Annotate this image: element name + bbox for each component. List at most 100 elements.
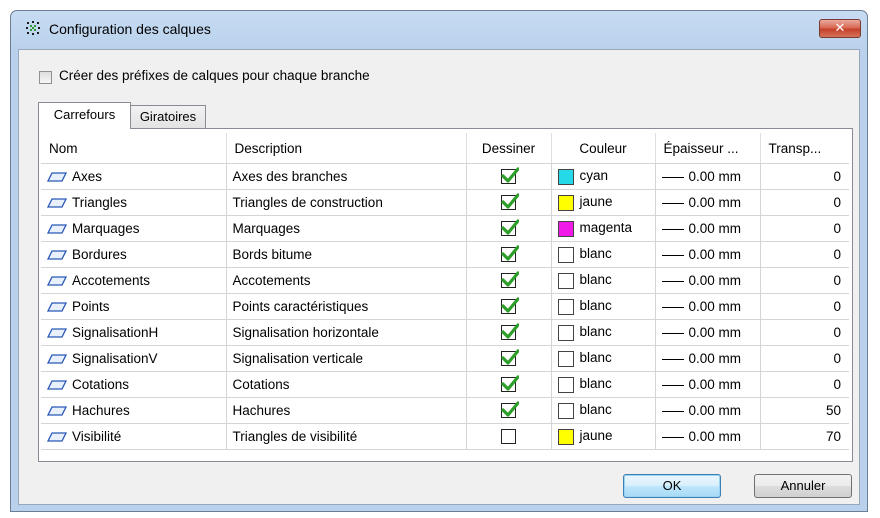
layer-draw-cell[interactable] — [466, 397, 552, 424]
prefix-checkbox[interactable] — [39, 71, 52, 85]
column-header-thickness[interactable]: Épaisseur ... — [655, 133, 761, 164]
layer-name-cell[interactable]: Points — [41, 293, 227, 320]
layer-thickness-cell[interactable]: 0.00 mm — [655, 345, 761, 372]
layer-transparency-cell[interactable]: 0 — [760, 319, 849, 346]
layer-description-cell[interactable]: Triangles de construction — [226, 189, 467, 216]
layer-transparency-cell[interactable]: 0 — [760, 345, 849, 372]
layer-thickness-cell[interactable]: 0.00 mm — [655, 241, 761, 268]
layer-draw-cell[interactable] — [466, 293, 552, 320]
table-row[interactable]: Triangles Triangles de construction jaune 0… — [41, 189, 849, 216]
layer-name-cell[interactable]: Axes — [41, 163, 227, 190]
layer-color-cell[interactable]: blanc — [551, 345, 656, 372]
tab-carrefours[interactable]: Carrefours — [38, 102, 131, 129]
layer-name-cell[interactable]: Triangles — [41, 189, 227, 216]
draw-checkbox[interactable] — [501, 323, 519, 341]
layer-draw-cell[interactable] — [466, 163, 552, 190]
table-row[interactable]: SignalisationH Signalisation horizontale b… — [41, 319, 849, 346]
layer-description-cell[interactable]: Signalisation verticale — [226, 345, 467, 372]
layer-description-cell[interactable]: Cotations — [226, 371, 467, 398]
draw-checkbox[interactable] — [501, 271, 519, 289]
layer-transparency-cell[interactable]: 0 — [760, 293, 849, 320]
layer-name-cell[interactable]: Cotations — [41, 371, 227, 398]
table-row[interactable]: Marquages Marquages magenta 0.00 mm 0 — [41, 215, 849, 242]
layer-name-cell[interactable]: Hachures — [41, 397, 227, 424]
draw-checkbox[interactable] — [501, 297, 519, 315]
table-row[interactable]: Hachures Hachures blanc 0.00 mm 50 — [41, 397, 849, 424]
layer-name-cell[interactable]: Bordures — [41, 241, 227, 268]
layer-draw-cell[interactable] — [466, 189, 552, 216]
layer-color-cell[interactable]: jaune — [551, 189, 656, 216]
column-header-name[interactable]: Nom — [41, 133, 227, 164]
layer-color-cell[interactable]: jaune — [551, 423, 656, 450]
layer-color-cell[interactable]: cyan — [551, 163, 656, 190]
layer-thickness-cell[interactable]: 0.00 mm — [655, 215, 761, 242]
draw-checkbox[interactable] — [501, 219, 519, 237]
layer-transparency-cell[interactable]: 0 — [760, 163, 849, 190]
layer-description-cell[interactable]: Axes des branches — [226, 163, 467, 190]
layer-name-cell[interactable]: Visibilité — [41, 423, 227, 450]
layer-name-cell[interactable]: SignalisationV — [41, 345, 227, 372]
column-header-draw[interactable]: Dessiner — [466, 133, 552, 164]
layer-transparency-cell[interactable]: 0 — [760, 241, 849, 268]
layer-color-cell[interactable]: blanc — [551, 371, 656, 398]
layer-transparency-cell[interactable]: 70 — [760, 423, 849, 450]
layer-color-cell[interactable]: magenta — [551, 215, 656, 242]
draw-checkbox[interactable] — [501, 167, 519, 185]
ok-button[interactable]: OK — [623, 474, 721, 498]
layer-color-cell[interactable]: blanc — [551, 319, 656, 346]
tab-giratoires[interactable]: Giratoires — [130, 105, 206, 128]
layer-color-cell[interactable]: blanc — [551, 397, 656, 424]
close-button[interactable]: ✕ — [819, 19, 861, 38]
draw-checkbox[interactable] — [501, 193, 519, 211]
table-row[interactable]: SignalisationV Signalisation verticale bla… — [41, 345, 849, 372]
layer-thickness-cell[interactable]: 0.00 mm — [655, 293, 761, 320]
layer-draw-cell[interactable] — [466, 345, 552, 372]
layer-transparency-cell[interactable]: 0 — [760, 189, 849, 216]
layer-name-cell[interactable]: SignalisationH — [41, 319, 227, 346]
draw-checkbox[interactable] — [501, 245, 519, 263]
layer-name-cell[interactable]: Marquages — [41, 215, 227, 242]
layer-description-cell[interactable]: Bords bitume — [226, 241, 467, 268]
table-row[interactable]: Bordures Bords bitume blanc 0.00 mm 0 — [41, 241, 849, 268]
layer-draw-cell[interactable] — [466, 423, 552, 450]
column-header-color[interactable]: Couleur — [551, 133, 656, 164]
draw-checkbox[interactable] — [501, 429, 516, 445]
layer-draw-cell[interactable] — [466, 319, 552, 346]
cancel-button[interactable]: Annuler — [754, 474, 852, 498]
layer-description-cell[interactable]: Hachures — [226, 397, 467, 424]
layer-name-cell[interactable]: Accotements — [41, 267, 227, 294]
table-row[interactable]: Visibilité Triangles de visibilité jaune 0.… — [41, 423, 849, 450]
layer-draw-cell[interactable] — [466, 241, 552, 268]
layer-thickness-cell[interactable]: 0.00 mm — [655, 163, 761, 190]
layer-thickness-cell[interactable]: 0.00 mm — [655, 319, 761, 346]
draw-checkbox[interactable] — [501, 349, 519, 367]
layer-transparency-cell[interactable]: 0 — [760, 267, 849, 294]
table-row[interactable]: Accotements Accotements blanc 0.00 mm 0 — [41, 267, 849, 294]
layer-description-cell[interactable]: Points caractéristiques — [226, 293, 467, 320]
layer-transparency-cell[interactable]: 50 — [760, 397, 849, 424]
layer-thickness-cell[interactable]: 0.00 mm — [655, 397, 761, 424]
layer-color-cell[interactable]: blanc — [551, 293, 656, 320]
layer-description-cell[interactable]: Signalisation horizontale — [226, 319, 467, 346]
column-header-transparency[interactable]: Transp... — [760, 133, 849, 164]
table-row[interactable]: Axes Axes des branches cyan 0.00 mm 0 — [41, 163, 849, 190]
layer-thickness-cell[interactable]: 0.00 mm — [655, 423, 761, 450]
layer-description-cell[interactable]: Marquages — [226, 215, 467, 242]
layer-thickness-cell[interactable]: 0.00 mm — [655, 371, 761, 398]
layer-draw-cell[interactable] — [466, 267, 552, 294]
layer-description-cell[interactable]: Accotements — [226, 267, 467, 294]
column-header-description[interactable]: Description — [226, 133, 467, 164]
layer-color-cell[interactable]: blanc — [551, 241, 656, 268]
layer-transparency-cell[interactable]: 0 — [760, 215, 849, 242]
table-row[interactable]: Cotations Cotations blanc 0.00 mm 0 — [41, 371, 849, 398]
layer-transparency-cell[interactable]: 0 — [760, 371, 849, 398]
draw-checkbox[interactable] — [501, 401, 519, 419]
layer-draw-cell[interactable] — [466, 215, 552, 242]
prefix-option[interactable]: Créer des préfixes de calques pour chaqu… — [39, 68, 370, 85]
layer-color-cell[interactable]: blanc — [551, 267, 656, 294]
table-row[interactable]: Points Points caractéristiques blanc 0.00 m… — [41, 293, 849, 320]
layer-thickness-cell[interactable]: 0.00 mm — [655, 189, 761, 216]
layer-draw-cell[interactable] — [466, 371, 552, 398]
draw-checkbox[interactable] — [501, 375, 519, 393]
layer-thickness-cell[interactable]: 0.00 mm — [655, 267, 761, 294]
